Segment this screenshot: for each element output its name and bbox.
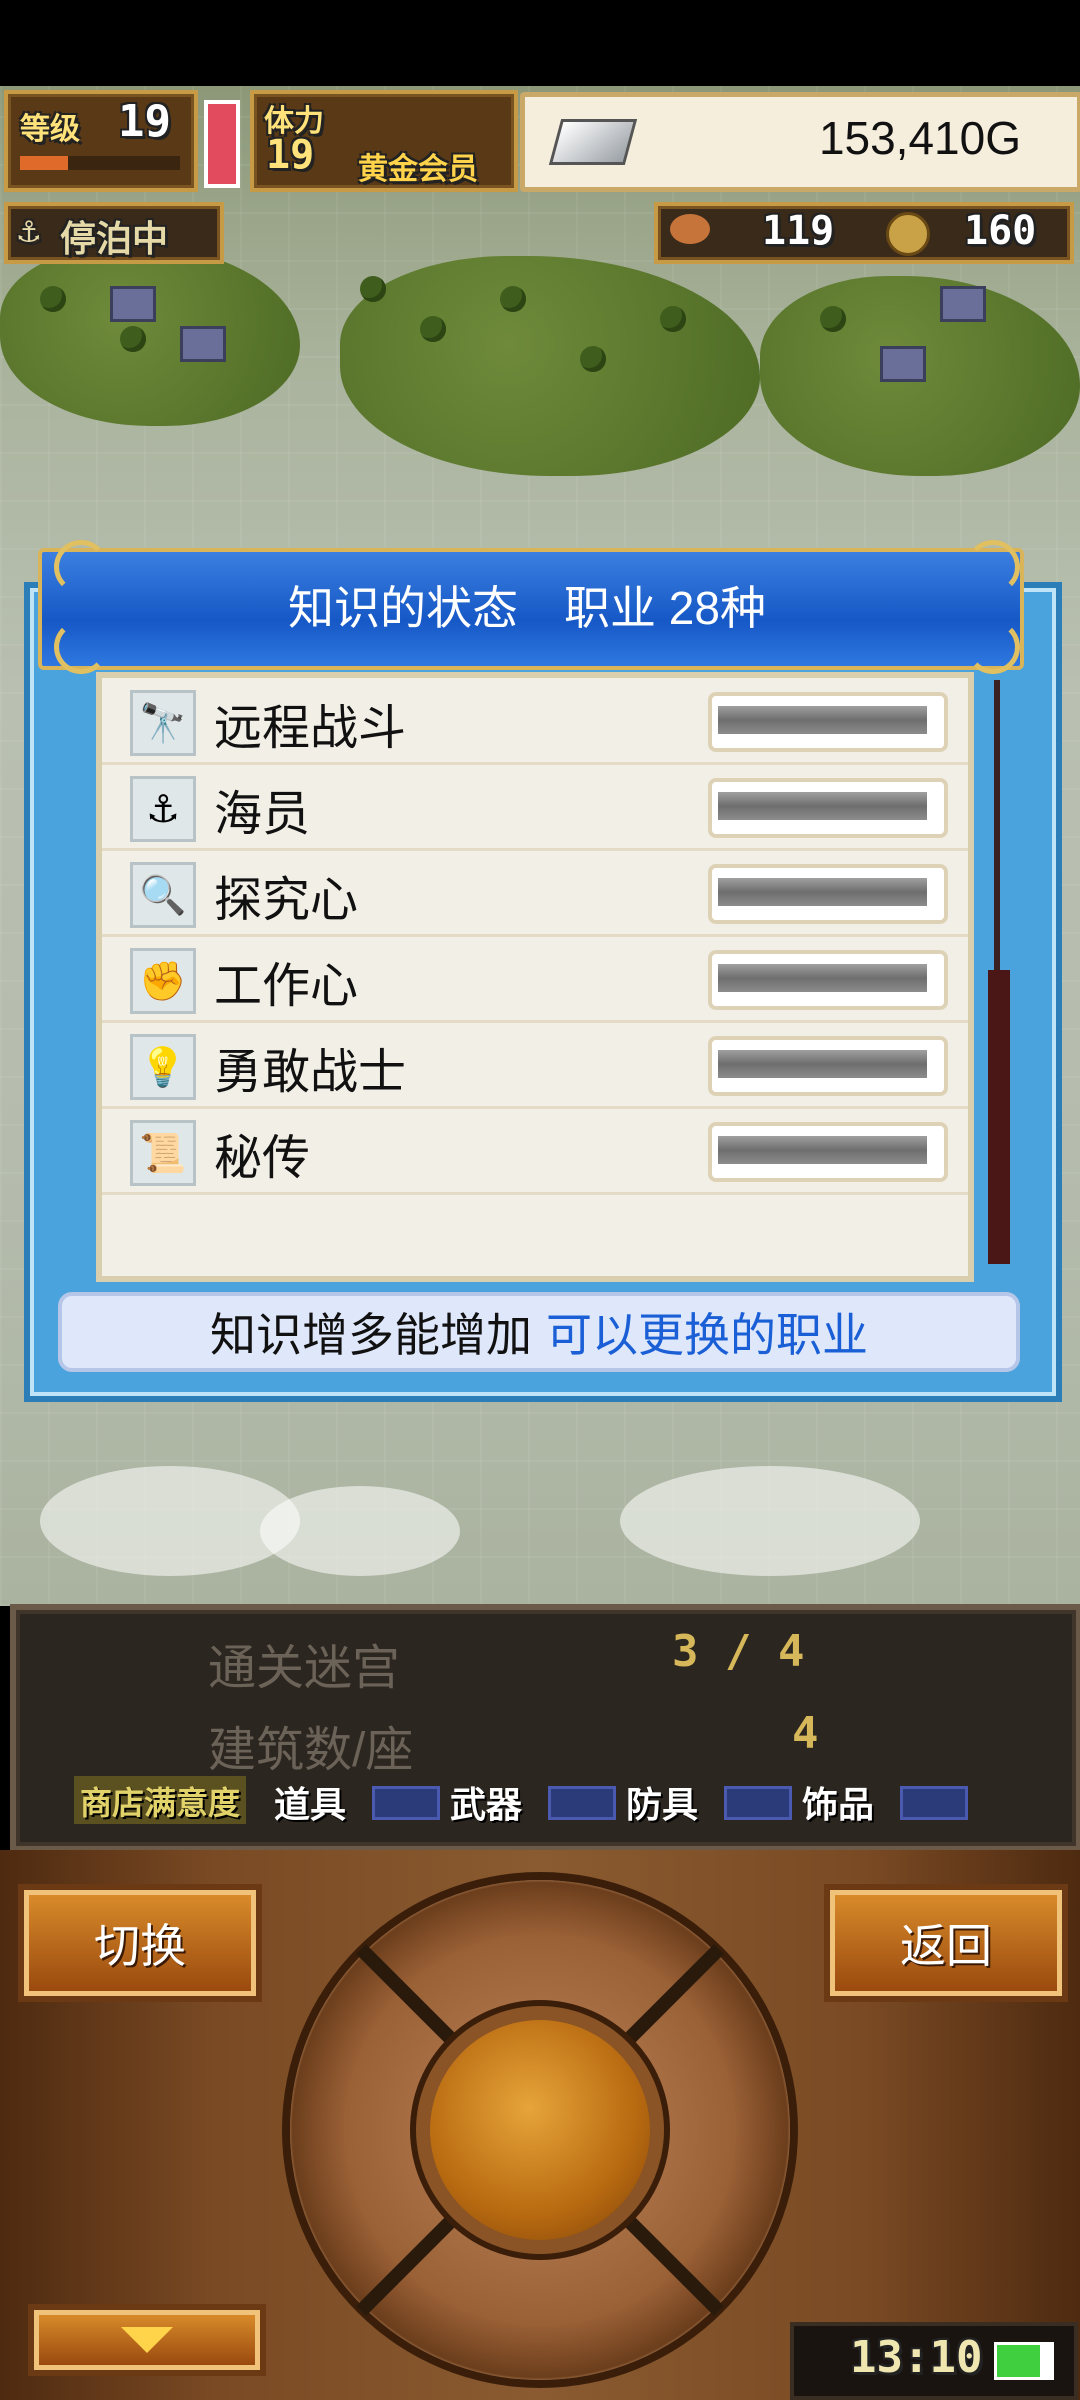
top-hud: 等级 19 体力 19 黄金会员 153,410G ⚓ 停泊中 119 160 [0,86,1080,264]
docked-box[interactable]: ⚓ 停泊中 [4,202,224,264]
sat-item-label: 防具 [626,1785,699,1826]
cloud [260,1486,460,1576]
progress-bar [708,864,948,924]
satisfaction-label: 商店满意度 [74,1776,247,1824]
house[interactable] [180,326,226,362]
progress-fill [718,964,927,992]
modal-hint: 知识增多能增加 可以更换的职业 [58,1292,1020,1372]
scrollbar-track[interactable] [994,680,1000,980]
house[interactable] [940,286,986,322]
cloud [620,1466,920,1576]
magnifier-icon: 🔍 [130,862,196,928]
knowledge-label: 远程战斗 [214,702,407,755]
lightbulb-icon: 💡 [130,1034,196,1100]
food-icon [670,214,710,244]
sat-item-label: 饰品 [802,1785,875,1826]
stamina-box: 体力 19 黄金会员 [250,90,518,192]
gold-amount: 153,410G [818,112,1021,164]
modal-title: 知识的状态 职业 28种 [288,582,766,634]
food-value: 119 [762,208,835,254]
knowledge-label: 探究心 [214,874,359,927]
clock: 13:10 [850,2332,983,2383]
sat-item-bar [900,1786,968,1820]
island [340,256,760,476]
status-bar [0,0,1080,86]
list-item[interactable]: 🔍 探究心 15 [102,850,968,937]
progress-fill [718,792,927,820]
sat-item-bar [548,1786,616,1820]
progress-bar [708,950,948,1010]
list-item[interactable]: 💡 勇敢战士 13 [102,1022,968,1109]
progress-fill [718,1136,927,1164]
tree [120,326,146,352]
stamina-value: 19 [266,132,315,178]
sat-item-bar [372,1786,440,1820]
tree [500,286,526,312]
progress-fill [718,706,927,734]
tree [420,316,446,342]
list-item[interactable]: 🔭 远程战斗 11 [102,678,968,765]
list-item[interactable]: ⚓ 海员 5 [102,764,968,851]
exp-bar [20,156,180,170]
scrollbar-thumb[interactable] [988,970,1010,1264]
switch-button[interactable]: 切换 [24,1890,256,1996]
level-box: 等级 19 [4,90,198,192]
gold-box: 153,410G [520,92,1080,192]
house[interactable] [880,346,926,382]
scroll-icon: 📜 [130,1120,196,1186]
tree [360,276,386,302]
action-button[interactable] [430,2020,650,2240]
knowledge-list[interactable]: 🔭 远程战斗 11 ⚓ 海员 5 🔍 探究心 15 ✊ 工作心 18 💡 勇敢战… [96,672,974,1282]
progress-bar [708,692,948,752]
sat-item-label: 武器 [450,1785,523,1826]
coin-icon [886,212,930,256]
progress-bar [708,1036,948,1096]
tree [820,306,846,332]
anchor-icon: ⚓ [18,210,40,251]
level-value: 19 [118,96,171,147]
tree [660,306,686,332]
list-item[interactable]: ✊ 工作心 18 [102,936,968,1023]
resources-box: 119 160 [654,202,1074,264]
back-button[interactable]: 返回 [830,1890,1062,1996]
knowledge-label: 海员 [214,788,311,841]
anchor-icon: ⚓ [130,776,196,842]
hint-highlight: 可以更换的职业 [546,1309,868,1361]
progress-fill [718,878,927,906]
progress-fill [718,1050,927,1078]
knowledge-label: 勇敢战士 [214,1046,407,1099]
house[interactable] [110,286,156,322]
list-item[interactable]: 📜 秘传 14 [102,1108,968,1195]
tree [40,286,66,312]
tree [580,346,606,372]
chevron-down-icon [121,2327,173,2353]
silver-bar-icon [548,119,638,165]
coin-value: 160 [964,208,1037,254]
progress-bar [708,1122,948,1182]
docked-label: 停泊中 [60,219,169,260]
dungeon-value: 3 / 4 [672,1626,805,1677]
progress-bar [708,778,948,838]
knowledge-label: 工作心 [214,960,359,1013]
buildings-value: 4 [792,1708,819,1759]
buildings-label: 建筑数/座 [208,1724,414,1777]
menu-down-button[interactable] [34,2310,260,2370]
knowledge-label: 秘传 [214,1132,311,1185]
hint-text: 知识增多能增加 [210,1309,532,1361]
battery-icon [994,2342,1054,2380]
sat-item-label: 道具 [274,1785,347,1826]
fist-icon: ✊ [130,948,196,1014]
clock-box: 13:10 [790,2322,1078,2400]
telescope-icon: 🔭 [130,690,196,756]
stamina-gauge [204,100,240,188]
cloud [40,1466,300,1576]
member-label: 黄金会员 [358,152,478,187]
island [0,246,300,426]
dungeon-label: 通关迷宫 [208,1642,401,1695]
level-label: 等级 [20,112,80,147]
sat-item-bar [724,1786,792,1820]
